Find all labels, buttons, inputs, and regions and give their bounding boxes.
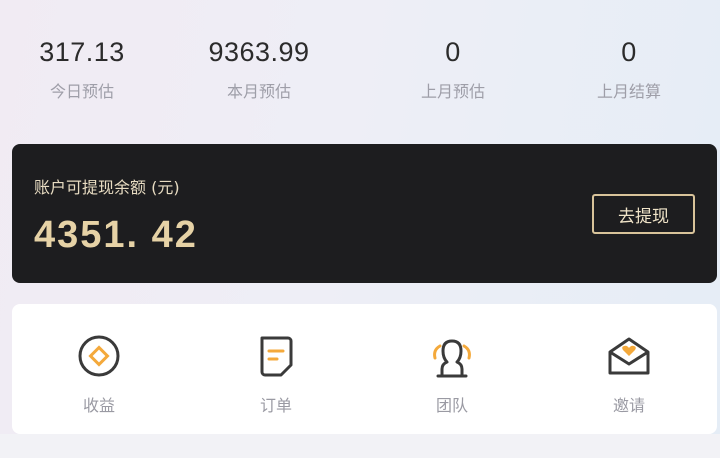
stat-value: 0 (445, 37, 461, 67)
stat-last-month-estimate[interactable]: 0 上月预估 (363, 34, 543, 102)
menu-item-invite[interactable]: 邀请 (569, 332, 689, 416)
menu-item-label: 邀请 (612, 396, 645, 415)
stats-row: 317.13 今日预估 9363.99 本月预估 0 上月预估 0 上月结算 (0, 0, 720, 140)
stat-label: 本月预估 (226, 82, 291, 101)
function-menu: 收益 订单 团队 邀请 (12, 304, 717, 434)
stat-value: 9363.99 (208, 37, 310, 67)
menu-item-team[interactable]: 团队 (392, 332, 512, 416)
invite-icon (608, 337, 650, 375)
team-icon (433, 339, 471, 378)
menu-item-label: 收益 (82, 396, 115, 415)
order-icon (260, 336, 293, 377)
balance-title: 账户可提现余额 (元) (34, 178, 180, 197)
menu-item-label: 订单 (259, 396, 292, 415)
stat-last-month-settled[interactable]: 0 上月结算 (539, 34, 719, 102)
earnings-icon (78, 335, 120, 377)
bottom-divider (0, 434, 720, 458)
withdraw-button[interactable]: 去提现 (592, 194, 695, 234)
balance-amount: 4351. 42 (34, 214, 198, 256)
menu-item-earnings[interactable]: 收益 (39, 332, 159, 416)
stat-value: 317.13 (39, 37, 125, 67)
stat-today-estimate[interactable]: 317.13 今日预估 (0, 34, 172, 102)
stat-label: 上月结算 (596, 82, 661, 101)
menu-item-label: 团队 (435, 396, 468, 415)
stat-value: 0 (621, 37, 637, 67)
balance-card: 账户可提现余额 (元) 4351. 42 去提现 (12, 144, 717, 283)
menu-item-orders[interactable]: 订单 (216, 332, 336, 416)
stat-label: 今日预估 (49, 82, 114, 101)
stat-label: 上月预估 (420, 82, 485, 101)
stat-month-estimate[interactable]: 9363.99 本月预估 (169, 34, 349, 102)
